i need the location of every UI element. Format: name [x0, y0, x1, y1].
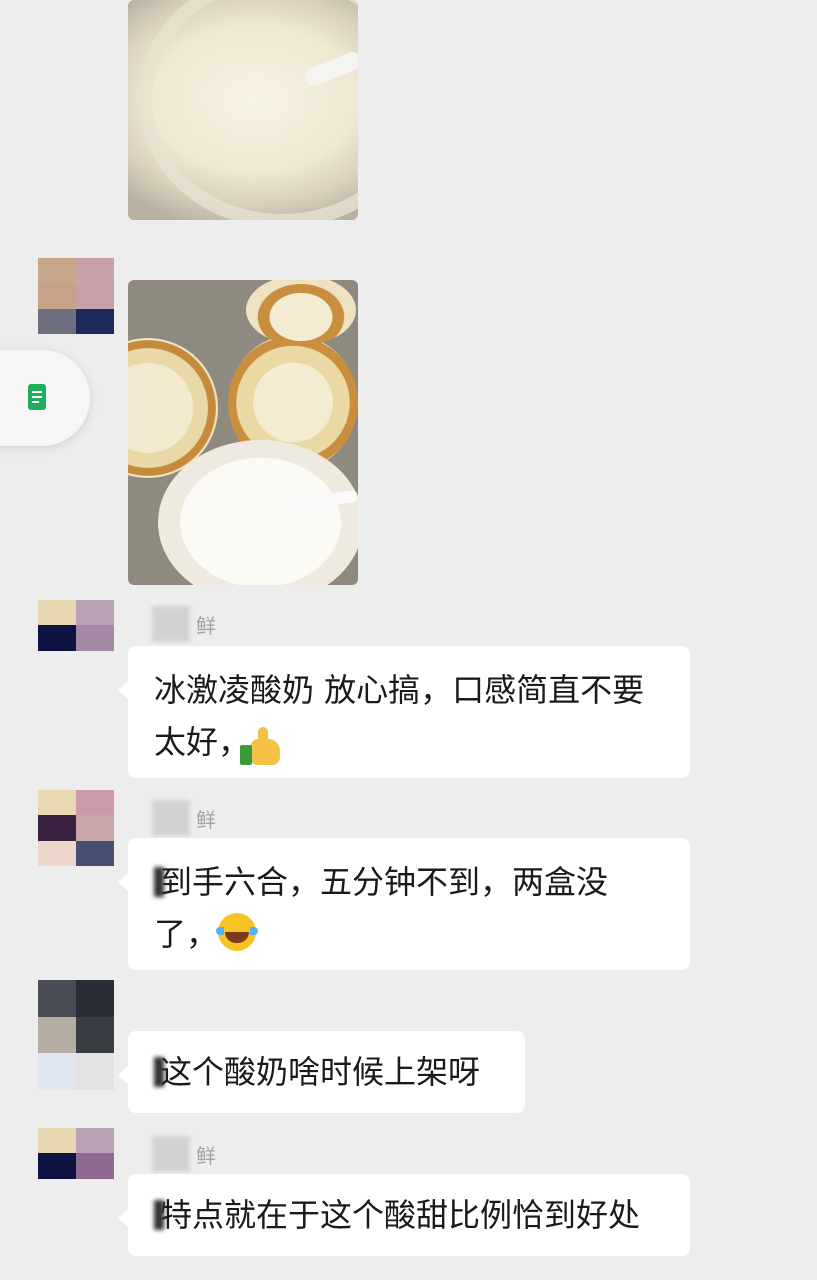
sender-name: 鲜: [152, 798, 216, 838]
blurred-name: [152, 1136, 190, 1172]
note-icon: [28, 384, 46, 410]
sender-name-suffix: 鲜: [196, 613, 216, 638]
sender-name: 鲜: [152, 1134, 216, 1174]
yogurt-photo-2[interactable]: [128, 280, 358, 585]
message-text: 特点就在于这个酸甜比例恰到好处: [160, 1196, 641, 1234]
floating-note-button[interactable]: [0, 350, 90, 446]
avatar[interactable]: [38, 258, 114, 334]
redaction-mark: [154, 1057, 164, 1087]
blurred-name: [152, 800, 190, 836]
yogurt-cup: [246, 280, 356, 345]
blurred-name: [152, 606, 190, 642]
avatar[interactable]: [38, 600, 114, 676]
yogurt-photo-1[interactable]: [128, 0, 358, 220]
redaction-mark: [154, 867, 164, 897]
thumbs-up-icon: [240, 727, 281, 765]
message-text: 这个酸奶啥时候上架呀: [160, 1053, 481, 1091]
redaction-mark: [154, 1200, 164, 1230]
tears-of-joy-icon: [216, 913, 259, 951]
message-text: 冰激凌酸奶 放心搞，口感简直不要太好，: [154, 671, 645, 761]
chat-bubble[interactable]: 特点就在于这个酸甜比例恰到好处: [118, 1174, 690, 1256]
avatar[interactable]: [38, 980, 114, 1090]
chat-bubble[interactable]: 到手六合，五分钟不到，两盒没了，: [118, 838, 690, 970]
sender-name-suffix: 鲜: [196, 1143, 216, 1168]
sender-name: 鲜: [152, 604, 216, 644]
chat-bubble[interactable]: 冰激凌酸奶 放心搞，口感简直不要太好，: [118, 646, 690, 778]
sender-name-suffix: 鲜: [196, 807, 216, 832]
avatar[interactable]: [38, 790, 114, 866]
avatar[interactable]: [38, 1128, 114, 1204]
cup-rim: [138, 0, 358, 220]
chat-bubble[interactable]: 这个酸奶啥时候上架呀: [118, 1031, 525, 1113]
